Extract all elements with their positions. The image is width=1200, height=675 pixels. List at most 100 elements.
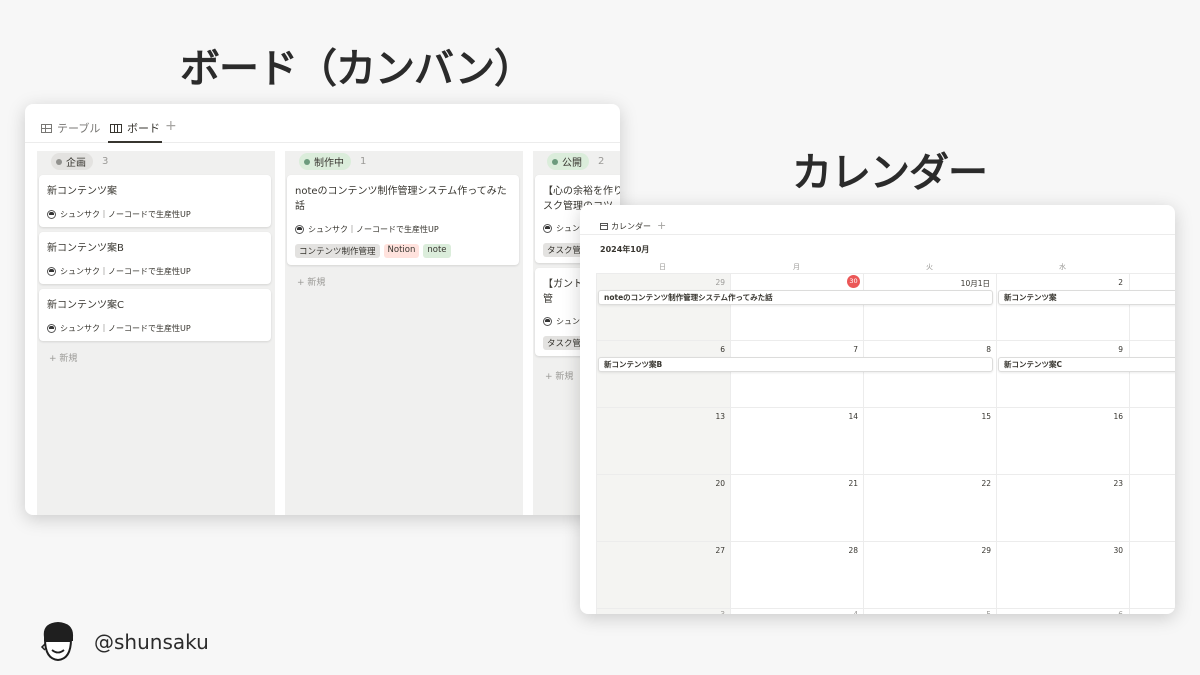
add-view-button[interactable]: + xyxy=(657,219,666,232)
card-person: シュンサク｜ノーコードで生産性UP xyxy=(47,266,191,277)
day-number: 7 xyxy=(853,345,858,354)
day-number: 23 xyxy=(1113,479,1123,488)
table-icon xyxy=(41,123,52,133)
calendar-icon xyxy=(600,223,608,230)
card-title: noteのコンテンツ制作管理システム作ってみた話 xyxy=(295,186,507,212)
tab-table-label: テーブル xyxy=(57,122,101,135)
status-badge[interactable]: 公開 xyxy=(547,153,589,170)
card-person: シュン xyxy=(543,223,580,234)
card-person: シュン xyxy=(543,316,580,327)
status-label: 制作中 xyxy=(314,158,344,169)
card-person: シュンサク｜ノーコードで生産性UP xyxy=(47,323,191,334)
status-badge[interactable]: 企画 xyxy=(51,153,93,170)
avatar-icon xyxy=(47,267,56,276)
view-tab-bar: テーブル ボード + xyxy=(25,104,620,143)
avatar-icon xyxy=(543,317,552,326)
calendar-event[interactable]: 新コンテンツ案C xyxy=(998,357,1175,372)
day-number: 5 xyxy=(951,610,991,614)
status-dot-icon xyxy=(552,158,558,165)
grid-line xyxy=(596,407,1175,408)
tag[interactable]: Notion xyxy=(383,244,420,258)
day-number: 4 xyxy=(818,610,858,614)
day-number: 29 xyxy=(981,546,991,555)
view-tab-bar: カレンダー + xyxy=(580,205,1175,235)
tag[interactable]: note xyxy=(423,244,451,258)
weekday-header: 火 xyxy=(926,263,933,271)
day-number: 21 xyxy=(848,479,858,488)
board-column-in-progress: 制作中 1 noteのコンテンツ制作管理システム作ってみた話 シュンサク｜ノーコ… xyxy=(285,151,523,515)
today-marker[interactable]: 30 xyxy=(847,275,860,288)
tag[interactable]: コンテンツ制作管理 xyxy=(295,244,380,258)
day-number: 6 xyxy=(720,345,725,354)
tab-board[interactable]: ボード xyxy=(110,120,160,136)
grid-line xyxy=(996,273,997,614)
status-badge[interactable]: 制作中 xyxy=(299,153,351,170)
person-name: シュン xyxy=(556,224,580,233)
active-tab-indicator xyxy=(108,141,162,143)
card-tags: コンテンツ制作管理 Notion note xyxy=(295,244,451,258)
day-number: 3 xyxy=(685,610,725,614)
tag[interactable]: タスク管 xyxy=(543,336,586,350)
person-name: シュンサク｜ノーコードで生産性UP xyxy=(60,210,191,219)
column-header: 制作中 1 xyxy=(299,153,366,170)
board-card[interactable]: noteのコンテンツ制作管理システム作ってみた話 シュンサク｜ノーコードで生産性… xyxy=(287,175,519,265)
board-card[interactable]: 新コンテンツ案B シュンサク｜ノーコードで生産性UP xyxy=(39,232,271,284)
board-section-heading: ボード（カンバン） xyxy=(180,46,534,92)
tag[interactable]: タスク管 xyxy=(543,243,586,257)
weekday-header: 月 xyxy=(793,263,800,271)
grid-line xyxy=(730,273,731,614)
grid-line xyxy=(596,340,1175,341)
card-title: 新コンテンツ案C xyxy=(47,300,124,311)
board-column-planning: 企画 3 新コンテンツ案 シュンサク｜ノーコードで生産性UP 新コンテンツ案B … xyxy=(37,151,275,515)
day-number: 2 xyxy=(1118,278,1123,287)
add-view-button[interactable]: + xyxy=(165,118,177,134)
column-count: 1 xyxy=(360,156,367,167)
board-view-window: テーブル ボード + 企画 3 新コンテンツ案 シュンサク｜ノーコードで生産性U… xyxy=(25,104,620,515)
grid-line xyxy=(1129,273,1130,614)
new-card-button[interactable]: + 新規 xyxy=(545,369,573,382)
card-tags: タスク管 xyxy=(543,243,586,257)
new-card-button[interactable]: + 新規 xyxy=(297,275,325,288)
new-card-button[interactable]: + 新規 xyxy=(49,351,77,364)
avatar-icon xyxy=(47,210,56,219)
avatar-icon xyxy=(295,225,304,234)
author-avatar-icon xyxy=(38,619,78,663)
board-icon xyxy=(110,123,122,133)
grid-line xyxy=(596,608,1175,609)
status-label: 企画 xyxy=(66,158,86,169)
tab-calendar[interactable]: カレンダー xyxy=(600,221,651,232)
card-title: 新コンテンツ案B xyxy=(47,243,124,254)
status-dot-icon xyxy=(56,158,62,165)
tab-board-label: ボード xyxy=(127,122,160,135)
person-name: シュンサク｜ノーコードで生産性UP xyxy=(308,225,439,234)
avatar-icon xyxy=(47,324,56,333)
tab-table[interactable]: テーブル xyxy=(41,120,100,136)
person-name: シュンサク｜ノーコードで生産性UP xyxy=(60,324,191,333)
grid-line xyxy=(596,273,1175,274)
day-number: 10月1日 xyxy=(960,279,990,288)
day-number: 30 xyxy=(1113,546,1123,555)
calendar-event[interactable]: 新コンテンツ案 xyxy=(998,290,1175,305)
day-number: 8 xyxy=(986,345,991,354)
day-number: 28 xyxy=(848,546,858,555)
card-person: シュンサク｜ノーコードで生産性UP xyxy=(295,224,439,235)
day-number: 16 xyxy=(1113,412,1123,421)
day-number: 9 xyxy=(1118,345,1123,354)
column-count: 3 xyxy=(102,156,109,167)
board-card[interactable]: 新コンテンツ案C シュンサク｜ノーコードで生産性UP xyxy=(39,289,271,341)
column-count: 2 xyxy=(598,156,605,167)
day-number: 20 xyxy=(715,479,725,488)
weekend-column-shade xyxy=(596,273,730,614)
board-card[interactable]: 新コンテンツ案 シュンサク｜ノーコードで生産性UP xyxy=(39,175,271,227)
day-number: 29 xyxy=(715,278,725,287)
tab-calendar-label: カレンダー xyxy=(611,222,651,231)
calendar-view-window: カレンダー + 2024年10月 日 月 火 水 29 30 10月1日 2 n… xyxy=(580,205,1175,614)
grid-line xyxy=(596,474,1175,475)
calendar-event[interactable]: 新コンテンツ案B xyxy=(598,357,993,372)
author-handle: @shunsaku xyxy=(94,630,209,654)
calendar-event[interactable]: noteのコンテンツ制作管理システム作ってみた話 xyxy=(598,290,993,305)
status-label: 公開 xyxy=(562,158,582,169)
card-title: 新コンテンツ案 xyxy=(47,186,117,197)
grid-line xyxy=(596,273,597,614)
status-dot-icon xyxy=(304,158,310,165)
